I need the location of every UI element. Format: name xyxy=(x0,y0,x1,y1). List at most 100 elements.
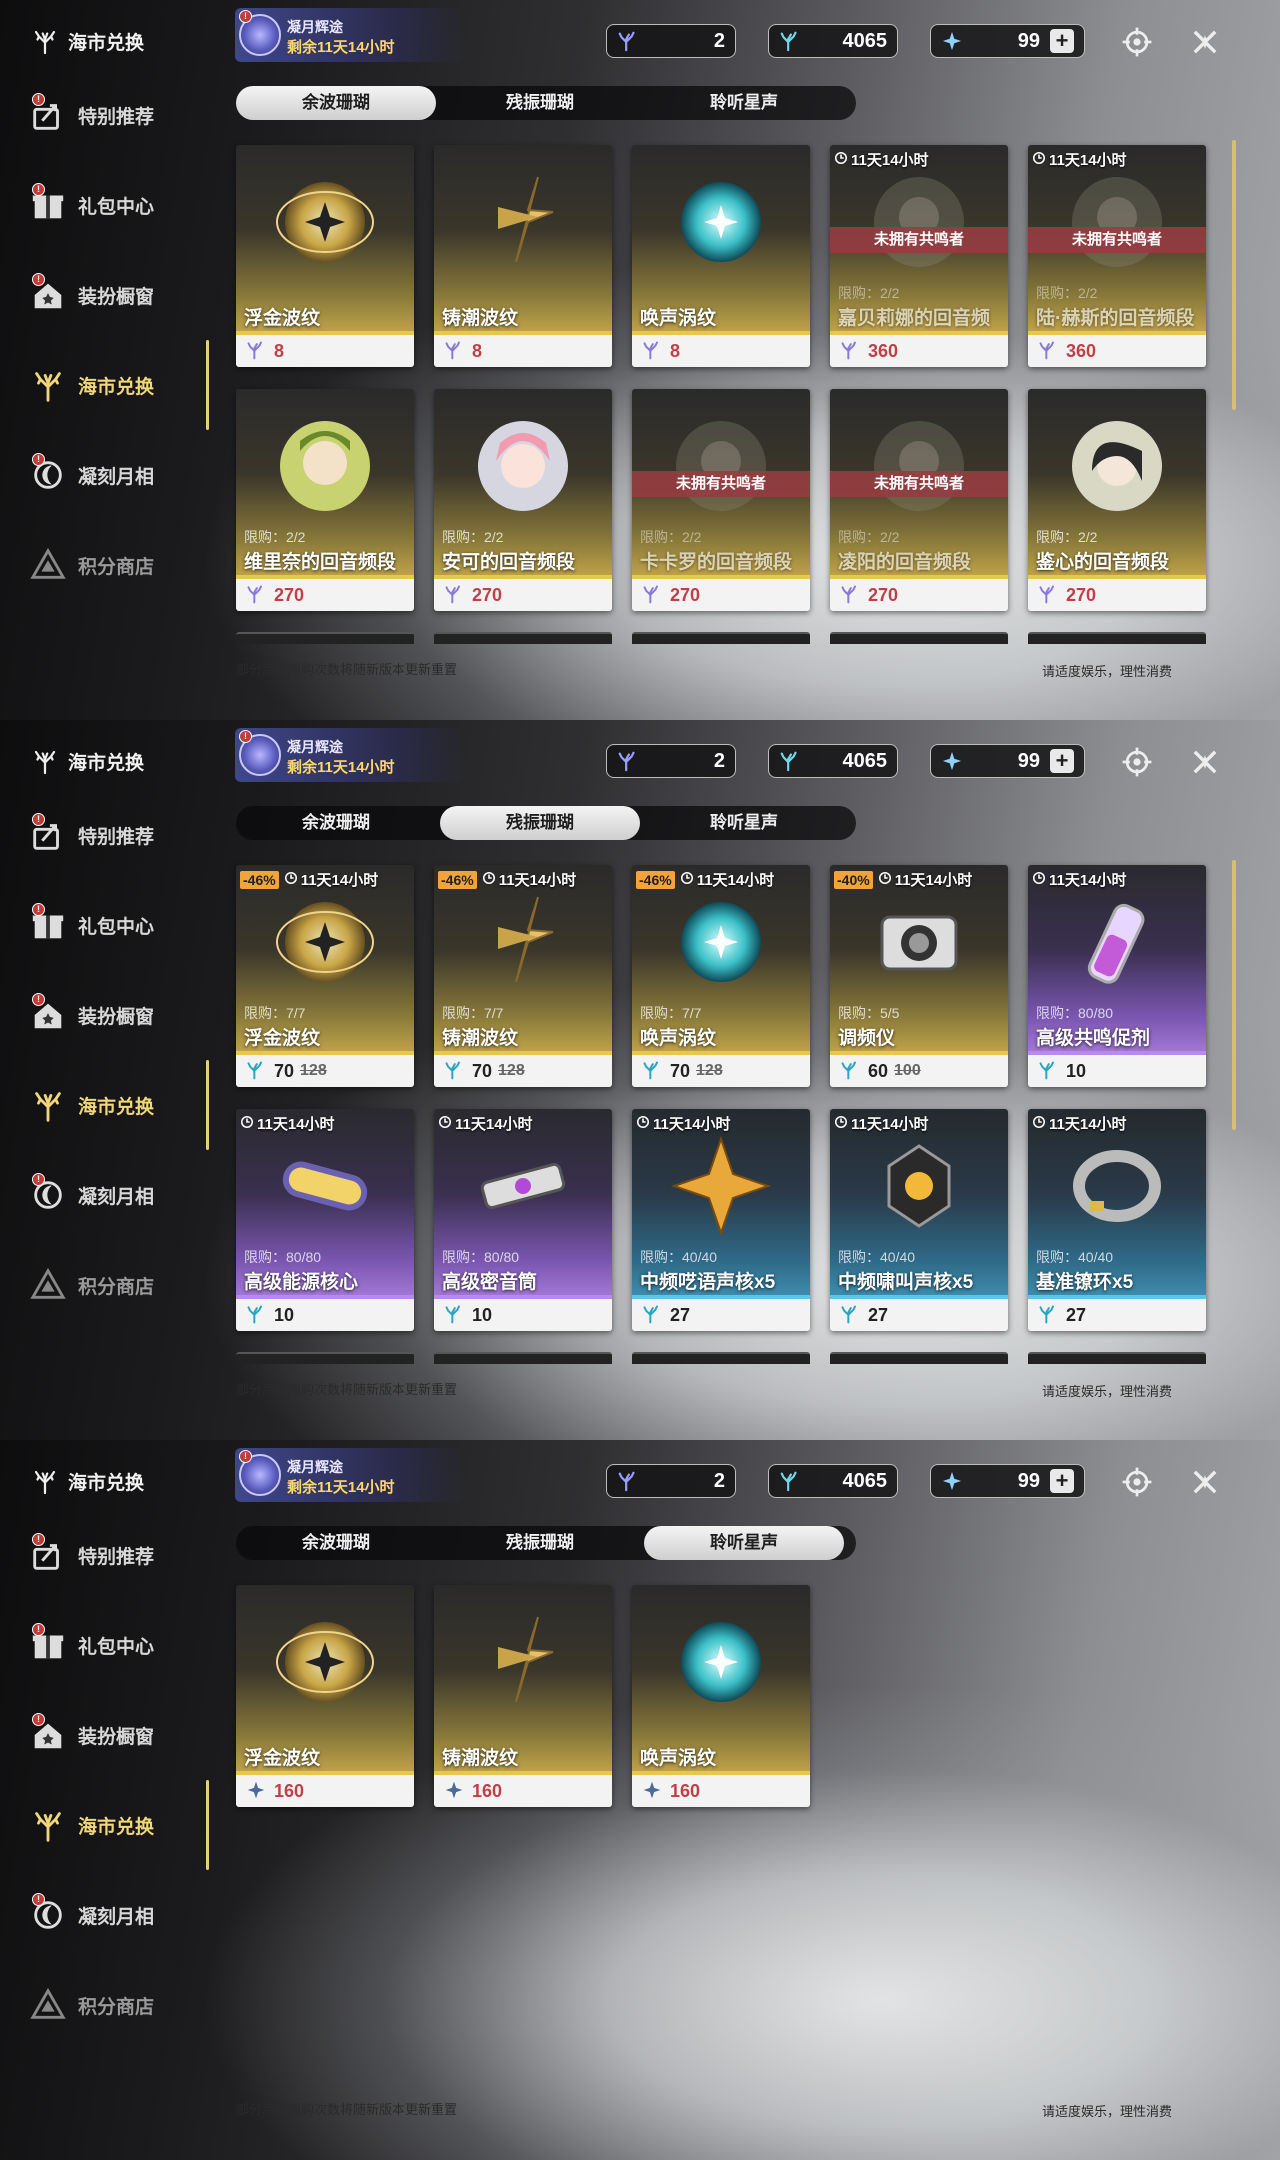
close-button[interactable] xyxy=(1185,22,1225,62)
shop-item-card[interactable]: 11天14小时 限购：40/40 基准镣环x5 27 xyxy=(1028,1109,1206,1331)
tab-0[interactable]: 余波珊瑚 xyxy=(236,86,436,120)
tab-1[interactable]: 残振珊瑚 xyxy=(440,86,640,120)
tab-0[interactable]: 余波珊瑚 xyxy=(236,1526,436,1560)
add-currency-button[interactable]: + xyxy=(1050,749,1074,773)
currency-0: 2 xyxy=(606,24,736,58)
coral-currency-icon xyxy=(779,750,801,772)
original-price: 100 xyxy=(894,1062,921,1079)
shop-item-card[interactable]: 铸潮波纹 8 xyxy=(434,145,612,367)
event-remaining: 剩余11天14小时 xyxy=(287,1479,395,1496)
sidebar-item-1[interactable]: ! 礼包中心 xyxy=(28,175,208,235)
shop-item-card[interactable]: 唤声涡纹 160 xyxy=(632,1585,810,1807)
event-banner[interactable]: ! 凝月辉途 剩余11天14小时 xyxy=(235,728,465,782)
coral-currency-icon xyxy=(444,1304,466,1326)
purchase-limit: 限购：80/80 xyxy=(442,1249,520,1265)
clock-icon xyxy=(680,871,694,889)
shop-item-card[interactable]: 未拥有共鸣者 限购：2/2 卡卡罗的回音频段 270 xyxy=(632,389,810,611)
sidebar-item-5[interactable]: 积分商店 xyxy=(28,535,208,595)
shop-item-card[interactable]: 限购：2/2 鉴心的回音频段 270 xyxy=(1028,389,1206,611)
shop-panel: 海市兑换! 特别推荐! 礼包中心! 装扮橱窗 海市兑换! 凝刻月相 积分商店! 凝月辉途 剩余1… xyxy=(0,720,1280,1440)
shop-item-card[interactable]: 浮金波纹 160 xyxy=(236,1585,414,1807)
currency-0: 2 xyxy=(606,744,736,778)
add-currency-button[interactable]: + xyxy=(1050,29,1074,53)
close-button[interactable] xyxy=(1185,742,1225,782)
portrait-dark-icon xyxy=(1062,411,1172,521)
price-value: 70 xyxy=(670,1060,691,1081)
item-price: 10 xyxy=(434,1299,612,1331)
shop-item-card[interactable]: 浮金波纹 8 xyxy=(236,145,414,367)
compass-button[interactable] xyxy=(1117,742,1157,782)
coral-currency-icon xyxy=(617,1470,639,1492)
sidebar-item-0[interactable]: ! 特别推荐 xyxy=(28,1525,208,1585)
sidebar-item-1[interactable]: ! 礼包中心 xyxy=(28,895,208,955)
coral-icon xyxy=(30,746,60,776)
event-banner[interactable]: ! 凝月辉途 剩余11天14小时 xyxy=(235,8,465,62)
sidebar-item-3[interactable]: 海市兑换 xyxy=(28,1075,208,1135)
sidebar-item-2[interactable]: ! 装扮橱窗 xyxy=(28,985,208,1045)
next-row-card-edge xyxy=(830,632,1008,644)
compass-icon xyxy=(1122,1467,1152,1497)
item-price: 360 xyxy=(1028,335,1206,367)
shop-item-card[interactable]: -46% 11天14小时 限购：7/7 唤声涡纹 70 128 xyxy=(632,865,810,1087)
star-currency-icon xyxy=(642,1780,664,1802)
tab-2[interactable]: 聆听星声 xyxy=(644,806,844,840)
price-value: 360 xyxy=(1066,340,1097,361)
coral-currency-icon xyxy=(642,340,664,362)
scrollbar[interactable] xyxy=(1232,140,1236,410)
sidebar-item-1[interactable]: ! 礼包中心 xyxy=(28,1615,208,1675)
clock-icon xyxy=(482,871,496,889)
shop-item-card[interactable]: 限购：2/2 安可的回音频段 270 xyxy=(434,389,612,611)
sidebar-item-2[interactable]: ! 装扮橱窗 xyxy=(28,265,208,325)
shop-item-card[interactable]: -46% 11天14小时 限购：7/7 铸潮波纹 70 128 xyxy=(434,865,612,1087)
purchase-limit: 限购：7/7 xyxy=(442,1005,504,1021)
sidebar-item-4[interactable]: ! 凝刻月相 xyxy=(28,1165,208,1225)
clock-icon xyxy=(834,1115,848,1133)
house-star-icon: ! xyxy=(28,273,68,315)
tab-2[interactable]: 聆听星声 xyxy=(644,1526,844,1560)
shop-item-card[interactable]: 11天14小时 限购：80/80 高级共鸣促剂 10 xyxy=(1028,865,1206,1087)
gold-blade-icon xyxy=(468,167,578,277)
close-icon xyxy=(1193,30,1217,54)
sidebar-item-0[interactable]: ! 特别推荐 xyxy=(28,805,208,865)
sidebar-item-4[interactable]: ! 凝刻月相 xyxy=(28,1885,208,1945)
timer-text: 11天14小时 xyxy=(257,1116,335,1133)
coral-currency-icon xyxy=(1038,1304,1060,1326)
compass-button[interactable] xyxy=(1117,1462,1157,1502)
add-currency-button[interactable]: + xyxy=(1050,1469,1074,1493)
tab-1[interactable]: 残振珊瑚 xyxy=(440,1526,640,1560)
currency-value: 2 xyxy=(713,29,725,52)
purchase-limit: 限购：7/7 xyxy=(244,1005,306,1021)
sidebar-item-label: 积分商店 xyxy=(78,1276,155,1298)
event-banner[interactable]: ! 凝月辉途 剩余11天14小时 xyxy=(235,1448,465,1502)
tab-1[interactable]: 残振珊瑚 xyxy=(440,806,640,840)
tab-0[interactable]: 余波珊瑚 xyxy=(236,806,436,840)
scrollbar[interactable] xyxy=(1232,860,1236,1130)
item-price: 60 100 xyxy=(830,1055,1008,1087)
sidebar-item-3[interactable]: 海市兑换 xyxy=(28,1795,208,1855)
shop-item-card[interactable]: 11天14小时 限购：80/80 高级能源核心 10 xyxy=(236,1109,414,1331)
shop-item-card[interactable]: 11天14小时未拥有共鸣者限购：2/2嘉贝莉娜的回音频段360 xyxy=(830,145,1008,367)
compass-button[interactable] xyxy=(1117,22,1157,62)
shop-item-card[interactable]: 11天14小时 限购：80/80 高级密音筒 10 xyxy=(434,1109,612,1331)
sidebar-item-3[interactable]: 海市兑换 xyxy=(28,355,208,415)
item-timer: -40% 11天14小时 xyxy=(834,869,972,890)
close-button[interactable] xyxy=(1185,1462,1225,1502)
sidebar-item-4[interactable]: ! 凝刻月相 xyxy=(28,445,208,505)
sidebar-item-0[interactable]: ! 特别推荐 xyxy=(28,85,208,145)
next-row-card-edge xyxy=(434,632,612,644)
shop-item-card[interactable]: 铸潮波纹 160 xyxy=(434,1585,612,1807)
tab-2[interactable]: 聆听星声 xyxy=(644,86,844,120)
shop-item-card[interactable]: -46% 11天14小时 限购：7/7 浮金波纹 70 128 xyxy=(236,865,414,1087)
shop-item-card[interactable]: 未拥有共鸣者 限购：2/2 凌阳的回音频段 270 xyxy=(830,389,1008,611)
shop-item-card[interactable]: 11天14小时 未拥有共鸣者 限购：2/2 陆·赫斯的回音频段 360 xyxy=(1028,145,1206,367)
sidebar-item-5[interactable]: 积分商店 xyxy=(28,1975,208,2035)
item-name: 基准镣环x5 xyxy=(1036,1272,1134,1293)
sidebar-item-2[interactable]: ! 装扮橱窗 xyxy=(28,1705,208,1765)
shop-item-card[interactable]: 11天14小时 限购：40/40 中频呓语声核x5 27 xyxy=(632,1109,810,1331)
sidebar-item-5[interactable]: 积分商店 xyxy=(28,1255,208,1315)
shop-item-card[interactable]: 限购：2/2 维里奈的回音频段 270 xyxy=(236,389,414,611)
price-value: 270 xyxy=(472,584,503,605)
shop-item-card[interactable]: 唤声涡纹 8 xyxy=(632,145,810,367)
shop-item-card[interactable]: -40% 11天14小时 限购：5/5 调频仪 60 100 xyxy=(830,865,1008,1087)
shop-item-card[interactable]: 11天14小时 限购：40/40 中频啸叫声核x5 27 xyxy=(830,1109,1008,1331)
